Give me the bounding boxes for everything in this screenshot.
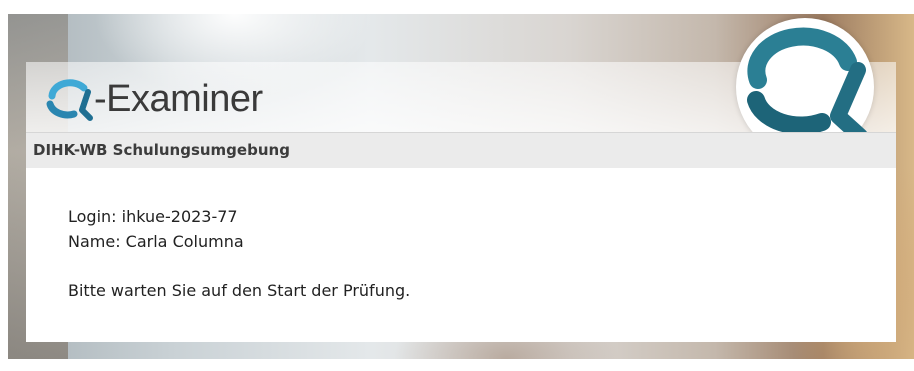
name-label: Name: Carla Columna — [68, 232, 244, 251]
q-logo-icon — [46, 79, 93, 121]
logo-text: -Examiner — [94, 77, 263, 120]
app-logo: -Examiner — [44, 74, 263, 124]
status-message: Bitte warten Sie auf den Start der Prüfu… — [68, 281, 411, 300]
session-info: Login: ihkue-2023-77 Name: Carla Columna… — [68, 204, 410, 303]
login-label: Login: ihkue-2023-77 — [68, 207, 238, 226]
environment-title: DIHK-WB Schulungsumgebung — [33, 141, 290, 159]
